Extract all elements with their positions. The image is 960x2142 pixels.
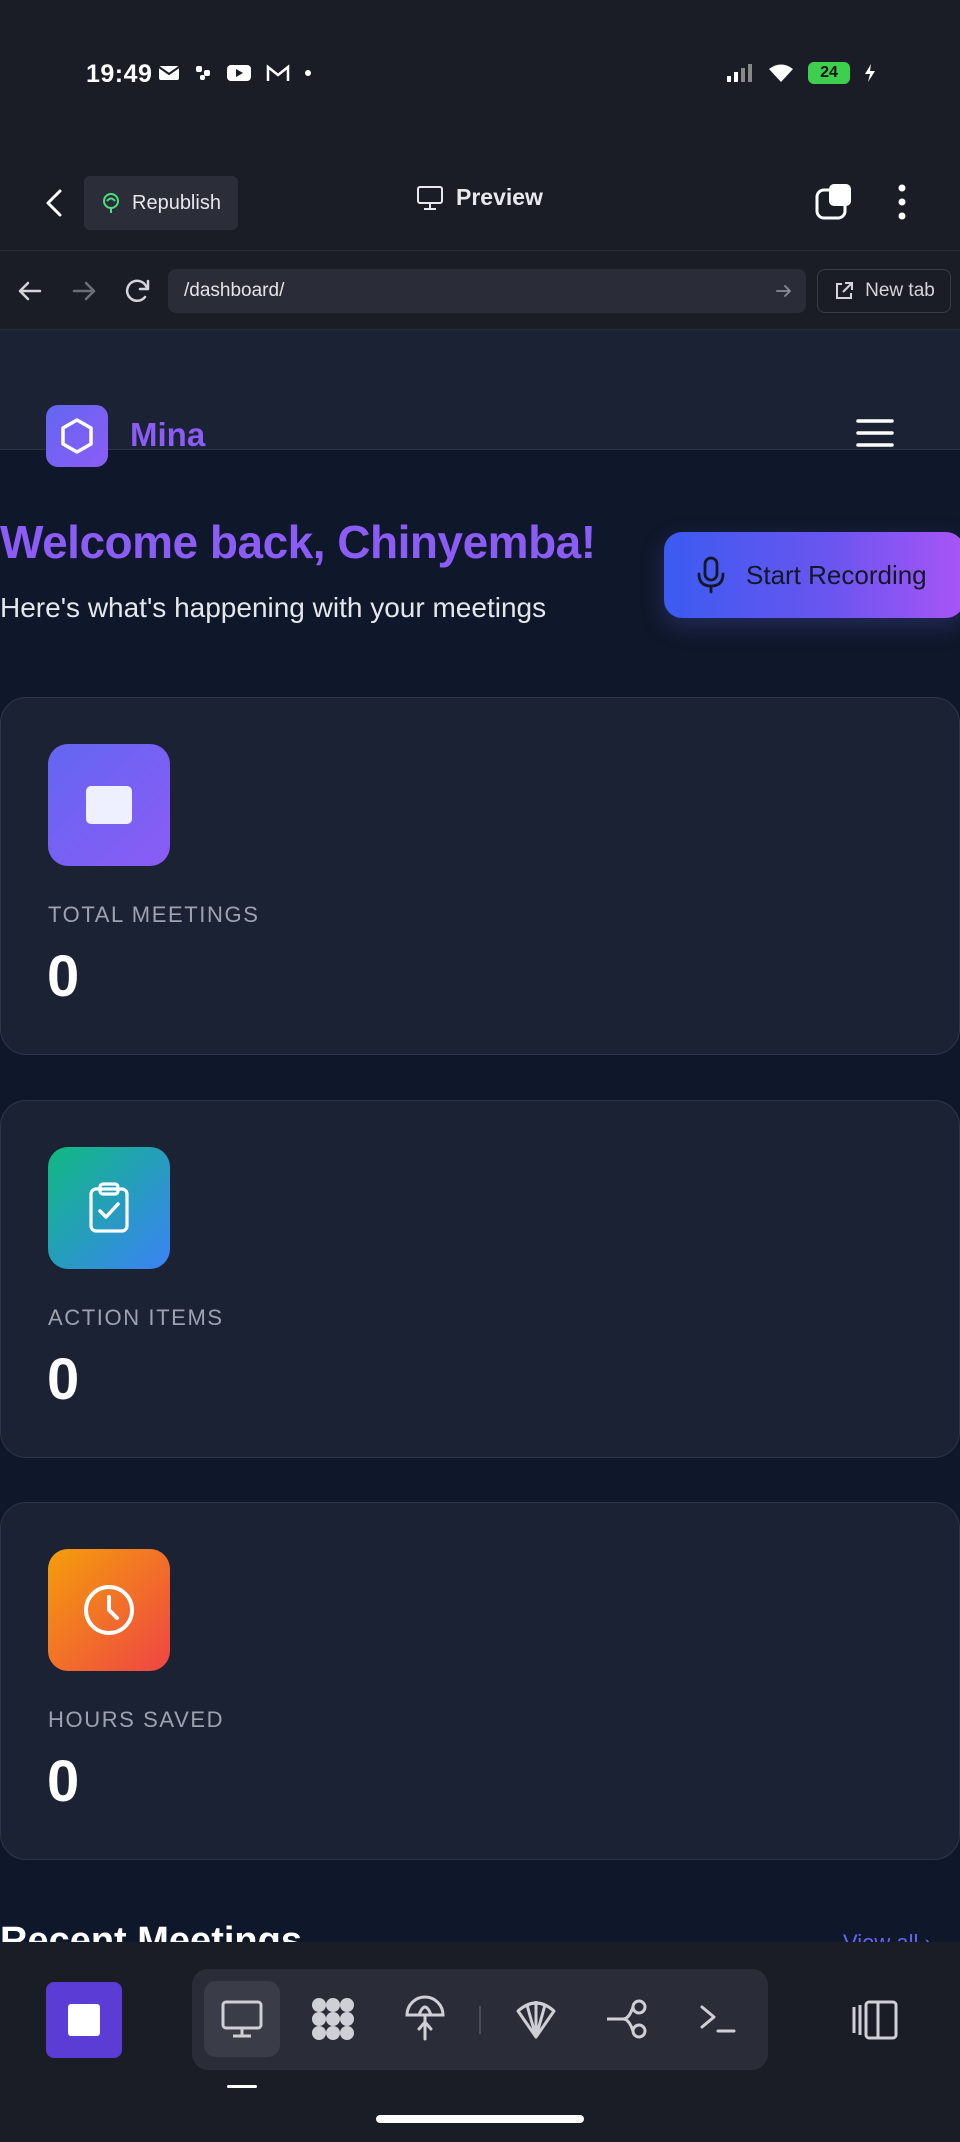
stat-value: 0 (47, 944, 80, 1009)
shell-icon (516, 2001, 556, 2039)
preview-toggle[interactable]: Preview (416, 184, 543, 211)
status-time: 19:49 (86, 60, 153, 88)
view-all-link[interactable]: View all › (843, 1930, 932, 1942)
wifi-icon (769, 64, 793, 82)
republish-label: Republish (132, 191, 221, 214)
back-arrow-icon[interactable] (38, 185, 74, 221)
reload-icon[interactable] (121, 275, 153, 307)
stat-card-total-meetings: TOTAL MEETINGS 0 (0, 697, 960, 1055)
preview-label: Preview (456, 184, 543, 210)
tool-apps[interactable] (295, 1981, 371, 2057)
external-link-icon (836, 282, 854, 299)
republish-button[interactable]: Republish (84, 176, 238, 230)
mail-icon (158, 66, 180, 80)
stat-label: ACTION ITEMS (48, 1305, 224, 1330)
charging-icon (865, 64, 875, 82)
start-recording-button[interactable]: Start Recording (664, 532, 960, 618)
go-arrow-icon[interactable] (774, 281, 794, 301)
status-bar: 19:49 24 (0, 0, 960, 155)
clock-icon (84, 1585, 134, 1635)
start-recording-label: Start Recording (746, 559, 927, 590)
tool-terminal[interactable] (680, 1981, 756, 2057)
parachute-icon (405, 1995, 445, 2041)
new-tab-label: New tab (865, 280, 935, 301)
brand-name[interactable]: Mina (130, 416, 205, 454)
dot-icon (305, 70, 311, 76)
tool-group (192, 1969, 768, 2070)
stat-label: TOTAL MEETINGS (48, 902, 260, 927)
stat-label: HOURS SAVED (48, 1707, 225, 1732)
stop-icon (68, 2004, 100, 2036)
monitor-icon (417, 185, 443, 210)
welcome-subtitle: Here's what's happening with your meetin… (0, 592, 547, 623)
slack-icon (196, 66, 210, 80)
stat-icon-total-meetings (48, 744, 170, 866)
branch-icon (607, 1999, 647, 2039)
system-icons: 24 (726, 62, 876, 84)
microphone-icon (697, 556, 725, 594)
clipboard-check-icon (89, 1182, 129, 1233)
browser-forward-icon[interactable] (68, 275, 100, 307)
side-panel-icon[interactable] (850, 1999, 900, 2041)
welcome-heading: Welcome back, Chinyemba! (0, 516, 596, 568)
stop-button[interactable] (46, 1982, 122, 2058)
stat-value: 0 (47, 1347, 80, 1412)
tool-git[interactable] (589, 1981, 665, 2057)
stat-value: 0 (47, 1749, 80, 1814)
tool-monitor[interactable] (204, 1981, 280, 2057)
url-input[interactable]: /dashboard/ (168, 269, 806, 313)
tool-deploy[interactable] (387, 1981, 463, 2057)
gmail-icon (266, 64, 290, 81)
battery-level: 24 (820, 64, 838, 81)
battery-icon: 24 (808, 62, 850, 84)
brand-logo[interactable] (46, 405, 108, 467)
new-tab-button[interactable]: New tab (817, 269, 951, 313)
tool-shell[interactable] (498, 1981, 574, 2057)
hamburger-menu-icon[interactable] (856, 418, 894, 448)
stat-card-action-items: ACTION ITEMS 0 (0, 1100, 960, 1458)
more-options-icon[interactable] (890, 182, 914, 222)
bottom-toolbar (0, 1942, 960, 2142)
home-indicator[interactable] (376, 2115, 584, 2123)
terminal-icon (700, 2005, 736, 2033)
stat-icon-hours-saved (48, 1549, 170, 1671)
recent-meetings-heading: Recent Meetings (0, 1920, 302, 1942)
view-all-label: View all (843, 1930, 918, 1942)
web-content: Mina Welcome back, Chinyemba! Here's wha… (0, 330, 960, 1942)
hexagon-icon (61, 418, 93, 454)
youtube-icon (227, 65, 251, 81)
browser-back-icon[interactable] (14, 275, 46, 307)
url-text: /dashboard/ (184, 280, 285, 301)
browser-url-bar: /dashboard/ New tab (0, 250, 960, 330)
app-toolbar: Republish Preview (0, 160, 960, 250)
stat-card-hours-saved: HOURS SAVED 0 (0, 1502, 960, 1860)
site-header: Mina (0, 330, 960, 467)
stat-icon-action-items (48, 1147, 170, 1269)
signal-icon (727, 64, 752, 82)
stop-square-icon (86, 786, 132, 824)
active-tool-indicator (227, 2085, 257, 2088)
tabs-icon[interactable] (815, 182, 855, 222)
monitor-icon (221, 2000, 263, 2038)
notification-icons (158, 64, 312, 82)
apps-grid-icon (312, 1998, 354, 2040)
republish-icon (103, 193, 119, 213)
toolbar-divider (479, 2006, 481, 2034)
chevron-right-icon: › (925, 1930, 932, 1942)
